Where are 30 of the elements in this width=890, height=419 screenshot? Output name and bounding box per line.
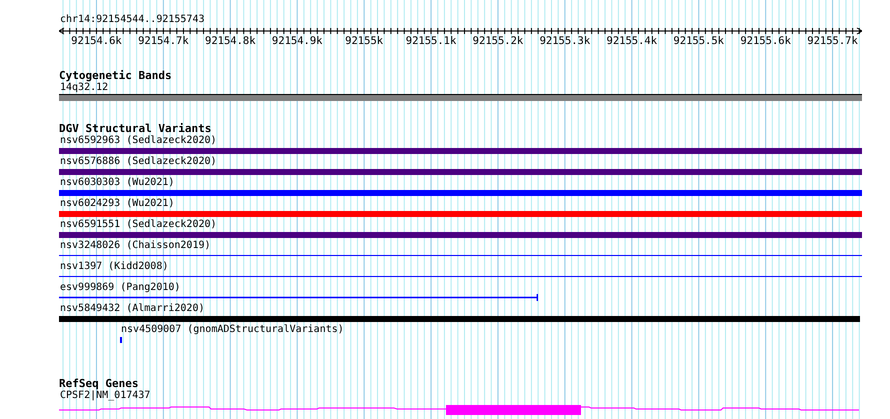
tick-label: 92154.8k bbox=[205, 35, 256, 47]
band-label: 14q32.12 bbox=[59, 82, 110, 93]
tick-label: 92155.2k bbox=[472, 35, 524, 47]
track-title: RefSeq Genes bbox=[59, 378, 140, 390]
variant-label: esv999869 (Pang2010) bbox=[60, 282, 180, 293]
tick-label: 92155.6k bbox=[740, 35, 791, 47]
tick-label: 92154.9k bbox=[272, 35, 322, 47]
tick-label: 92155.4k bbox=[606, 35, 658, 47]
variant-label: nsv6030303 (Wu2021) bbox=[60, 177, 174, 188]
variant-label: nsv6592963 (Sedlazeck2020) bbox=[60, 135, 217, 146]
variant-label: nsv6024293 (Wu2021) bbox=[60, 198, 174, 209]
tick-label: 92154.7k bbox=[138, 35, 189, 47]
tick-label: 92155.7k bbox=[807, 35, 858, 47]
tick-label: 92155.3k bbox=[540, 35, 590, 47]
variant-label: nsv6591551 (Sedlazeck2020) bbox=[60, 219, 217, 230]
tick-label: 92155.5k bbox=[673, 35, 724, 47]
track-title: DGV Structural Variants bbox=[59, 123, 212, 135]
variant-label: nsv6576886 (Sedlazeck2020) bbox=[60, 156, 217, 167]
location-label: chr14:92154544..92155743 bbox=[59, 14, 206, 26]
gene-label: CPSF2|NM_017437 bbox=[59, 390, 152, 401]
track-title: Cytogenetic Bands bbox=[59, 70, 173, 82]
variant-label: nsv1397 (Kidd2008) bbox=[60, 261, 168, 272]
tick-label: 92155.1k bbox=[406, 35, 456, 47]
tick-label: 92154.6k bbox=[71, 35, 122, 47]
variant-bar[interactable] bbox=[120, 337, 122, 343]
tick-label: 92155k bbox=[345, 35, 384, 47]
variant-label: nsv3248026 (Chaisson2019) bbox=[60, 240, 211, 251]
variant-line[interactable] bbox=[59, 294, 538, 301]
variant-label: nsv5849432 (Almarri2020) bbox=[60, 303, 204, 314]
variant-label: nsv4509007 (gnomADStructuralVariants) bbox=[121, 324, 344, 335]
